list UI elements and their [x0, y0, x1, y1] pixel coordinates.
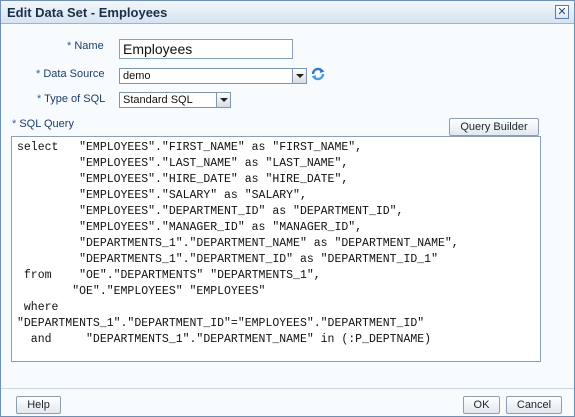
name-label-text: Name: [74, 40, 104, 52]
required-mark: *: [37, 93, 42, 105]
required-mark: *: [67, 40, 72, 52]
type-of-sql-value: Standard SQL: [123, 94, 193, 106]
chevron-down-icon[interactable]: [216, 93, 230, 107]
edit-data-set-dialog: Edit Data Set - Employees ✕ * Name * Dat…: [0, 0, 575, 417]
query-builder-button[interactable]: Query Builder: [449, 118, 539, 136]
ok-button[interactable]: OK: [463, 396, 500, 414]
required-mark: *: [36, 68, 41, 80]
close-icon[interactable]: ✕: [555, 5, 569, 19]
cancel-button[interactable]: Cancel: [506, 396, 562, 414]
refresh-icon[interactable]: [310, 66, 326, 82]
required-mark: *: [12, 118, 17, 130]
help-button[interactable]: Help: [16, 396, 61, 414]
data-source-value: demo: [123, 70, 151, 82]
chevron-down-icon[interactable]: [292, 69, 306, 83]
data-source-label: * Data Source: [36, 68, 105, 80]
type-of-sql-label: * Type of SQL: [37, 93, 105, 105]
dialog-title: Edit Data Set - Employees: [7, 5, 168, 20]
sql-query-textarea[interactable]: select "EMPLOYEES"."FIRST_NAME" as "FIRS…: [11, 136, 541, 362]
sql-query-label: * SQL Query: [12, 118, 74, 130]
data-source-label-text: Data Source: [43, 68, 105, 80]
type-of-sql-select[interactable]: Standard SQL: [119, 92, 231, 108]
type-of-sql-label-text: Type of SQL: [44, 93, 106, 105]
sql-query-label-text: SQL Query: [19, 118, 74, 130]
name-input[interactable]: [119, 39, 293, 59]
name-label: * Name: [67, 40, 104, 52]
sql-query-text[interactable]: select "EMPLOYEES"."FIRST_NAME" as "FIRS…: [12, 137, 540, 351]
title-bar[interactable]: Edit Data Set - Employees ✕: [1, 1, 574, 24]
data-source-select[interactable]: demo: [119, 68, 307, 84]
